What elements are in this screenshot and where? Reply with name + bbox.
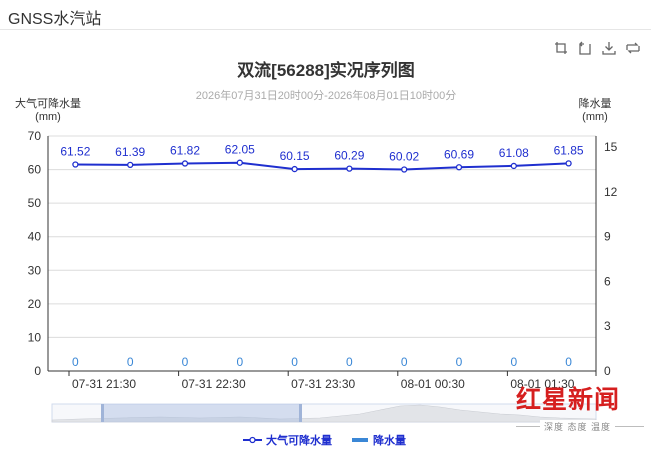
legend-marker-precip	[352, 438, 368, 442]
bar-label-precipitation: 0	[346, 355, 353, 369]
left-axis-unit: (mm)	[35, 111, 61, 123]
point-pwv[interactable]	[565, 160, 572, 167]
x-tick-label: 07-31 21:30	[72, 377, 136, 391]
bar-label-precipitation: 0	[236, 355, 243, 369]
point-pwv[interactable]	[401, 166, 408, 173]
point-label-pwv: 62.05	[225, 143, 255, 157]
y-tick-right: 6	[604, 274, 611, 288]
y-tick-left: 70	[28, 129, 42, 143]
x-tick-label: 07-31 22:30	[182, 377, 246, 391]
y-tick-right: 9	[604, 230, 611, 244]
bar-label-precipitation: 0	[291, 355, 298, 369]
y-tick-right: 0	[604, 364, 611, 378]
right-axis-unit: (mm)	[582, 111, 608, 123]
watermark-title: 红星新闻	[516, 385, 621, 414]
point-pwv[interactable]	[291, 165, 298, 173]
datazoom-handle-right[interactable]	[299, 404, 302, 422]
legend-label-pwv: 大气可降水量	[266, 433, 332, 447]
chart-title: 双流[56288]实况序列图	[237, 60, 415, 80]
point-pwv[interactable]	[72, 161, 79, 168]
point-pwv[interactable]	[181, 160, 189, 167]
datazoom-slider[interactable]	[51, 403, 597, 423]
point-label-pwv: 61.08	[499, 146, 529, 160]
point-label-pwv: 61.52	[60, 144, 90, 158]
legend-marker-pwv	[249, 436, 256, 444]
x-tick-label: 08-01 00:30	[401, 377, 465, 391]
legend-item-precip[interactable]: 降水量	[352, 433, 406, 447]
watermark-subtitle: 深度 态度 温度	[540, 420, 616, 433]
datazoom-window[interactable]	[103, 404, 300, 422]
point-pwv[interactable]	[346, 165, 353, 172]
y-tick-right: 15	[604, 140, 618, 154]
point-label-pwv: 60.29	[334, 149, 364, 163]
y-tick-left: 40	[28, 230, 42, 244]
bar-label-precipitation: 0	[510, 355, 517, 369]
y-tick-left: 30	[28, 263, 42, 277]
point-label-pwv: 60.69	[444, 147, 474, 161]
bar-label-precipitation: 0	[401, 355, 408, 369]
bar-label-precipitation: 0	[456, 355, 463, 369]
point-label-pwv: 61.39	[115, 145, 145, 159]
y-tick-left: 50	[28, 196, 42, 210]
bar-label-precipitation: 0	[182, 355, 189, 369]
right-axis-label: 降水量	[579, 96, 612, 110]
y-tick-left: 10	[28, 330, 42, 344]
point-pwv[interactable]	[510, 162, 517, 170]
point-pwv[interactable]	[127, 161, 134, 169]
bar-label-precipitation: 0	[127, 355, 134, 369]
point-label-pwv: 60.15	[280, 149, 310, 163]
point-pwv[interactable]	[236, 159, 243, 166]
point-label-pwv: 61.85	[554, 143, 584, 157]
legend-item-pwv[interactable]: 大气可降水量	[243, 433, 332, 447]
watermark-logo: 红星新闻 深度 态度 温度	[516, 380, 644, 442]
y-tick-left: 0	[34, 364, 41, 378]
y-tick-left: 20	[28, 297, 42, 311]
y-tick-right: 12	[604, 185, 618, 199]
y-tick-left: 60	[28, 163, 42, 177]
chart-subtitle: 2026年07月31日20时00分-2026年08月01日10时00分	[196, 88, 457, 102]
series-line-pwv	[75, 161, 569, 171]
legend-label-precip: 降水量	[373, 433, 406, 447]
point-pwv[interactable]	[455, 164, 463, 171]
y-tick-right: 3	[604, 319, 611, 333]
left-axis-label: 大气可降水量	[15, 96, 81, 110]
x-tick-label: 07-31 23:30	[291, 377, 355, 391]
point-label-pwv: 60.02	[389, 150, 419, 164]
bar-label-precipitation: 0	[565, 355, 572, 369]
bar-label-precipitation: 0	[72, 355, 79, 369]
point-label-pwv: 61.82	[170, 143, 200, 157]
legend: 大气可降水量 降水量	[243, 433, 406, 447]
datazoom-handle-left[interactable]	[101, 404, 104, 422]
